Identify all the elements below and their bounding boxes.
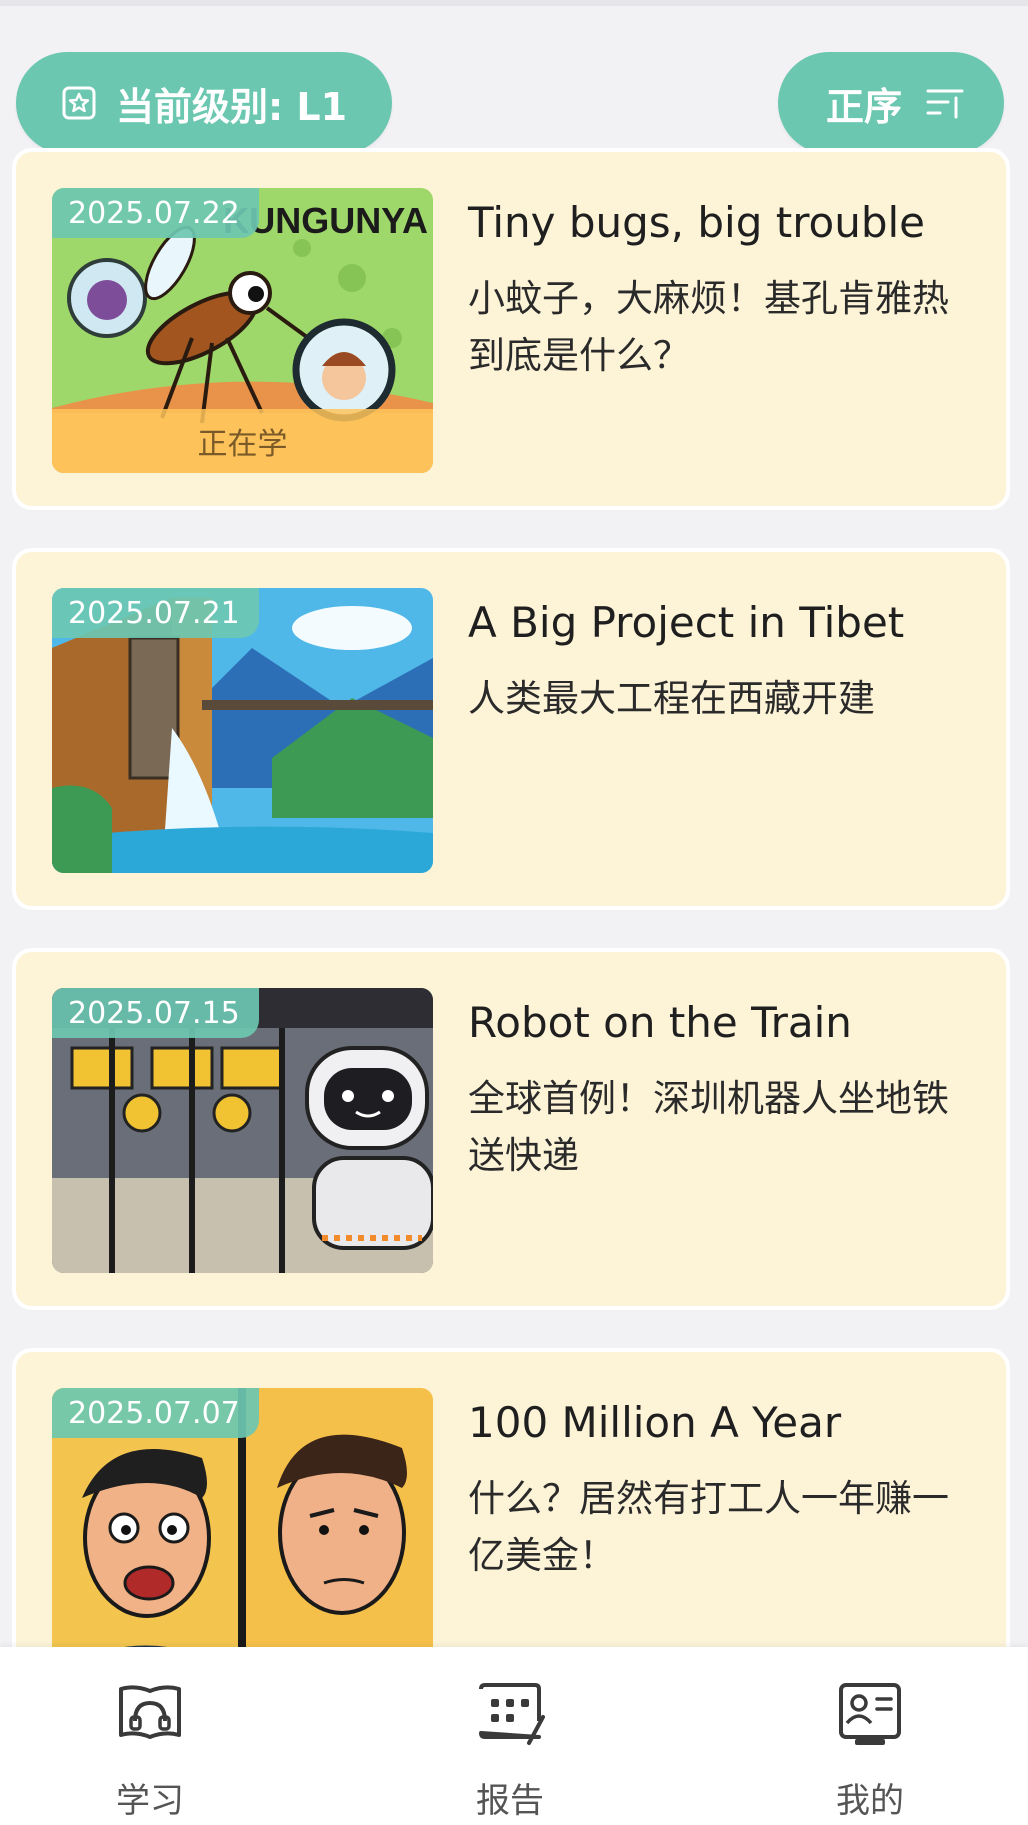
article-card[interactable]: KUNGUNYA 2025.07.22 正在学 Tiny bugs, big t… [12,148,1010,510]
article-title-cn: 人类最大工程在西藏开建 [468,677,875,720]
nav-item-profile[interactable]: 我的 [800,1681,940,1821]
status-bar-strip [0,0,1028,6]
level-label: 当前级别: L1 [116,84,348,129]
article-title-cn: 全球首例！深圳机器人坐地铁送快递 [468,1077,949,1177]
article-title-cn: 小蚊子，大麻烦！基孔肯雅热到底是什么？ [468,277,949,377]
level-selector-button[interactable]: 当前级别: L1 [16,52,392,154]
date-badge: 2025.07.21 [52,588,259,638]
report-grid-icon [475,1681,545,1747]
date-badge: 2025.07.07 [52,1388,259,1438]
article-card[interactable]: 2025.07.15 Robot on the Train 全球首例！深圳机器人… [12,948,1010,1310]
nav-label-profile: 我的 [836,1781,904,1821]
nav-label-study: 学习 [116,1781,184,1821]
profile-card-icon [835,1681,905,1747]
article-title-cn: 什么？居然有打工人一年赚一亿美金！ [468,1477,949,1577]
sort-icon [926,86,964,120]
article-thumbnail[interactable]: 2025.07.21 [52,588,433,873]
article-thumbnail[interactable]: KUNGUNYA 2025.07.22 正在学 [52,188,433,473]
headphones-book-icon [115,1681,185,1747]
nav-label-report: 报告 [476,1781,544,1821]
sort-order-button[interactable]: 正序 [778,52,1004,154]
article-thumbnail[interactable]: 2025.07.07 [52,1388,433,1673]
nav-item-study[interactable]: 学习 [80,1681,220,1821]
star-badge-icon [62,86,96,120]
article-thumbnail[interactable]: 2025.07.15 [52,988,433,1273]
date-badge: 2025.07.15 [52,988,259,1038]
article-title-en: Robot on the Train [468,998,852,1047]
date-badge: 2025.07.22 [52,188,259,238]
article-title-en: Tiny bugs, big trouble [468,198,926,247]
article-card[interactable]: 2025.07.21 A Big Project in Tibet 人类最大工程… [12,548,1010,910]
sort-label: 正序 [826,84,903,129]
bottom-nav-bar: 学习 报告 我的 [0,1647,1028,1825]
article-title-en: A Big Project in Tibet [468,598,905,647]
nav-item-report[interactable]: 报告 [440,1681,580,1821]
article-title-en: 100 Million A Year [468,1398,842,1447]
learning-status-badge: 正在学 [52,409,433,473]
